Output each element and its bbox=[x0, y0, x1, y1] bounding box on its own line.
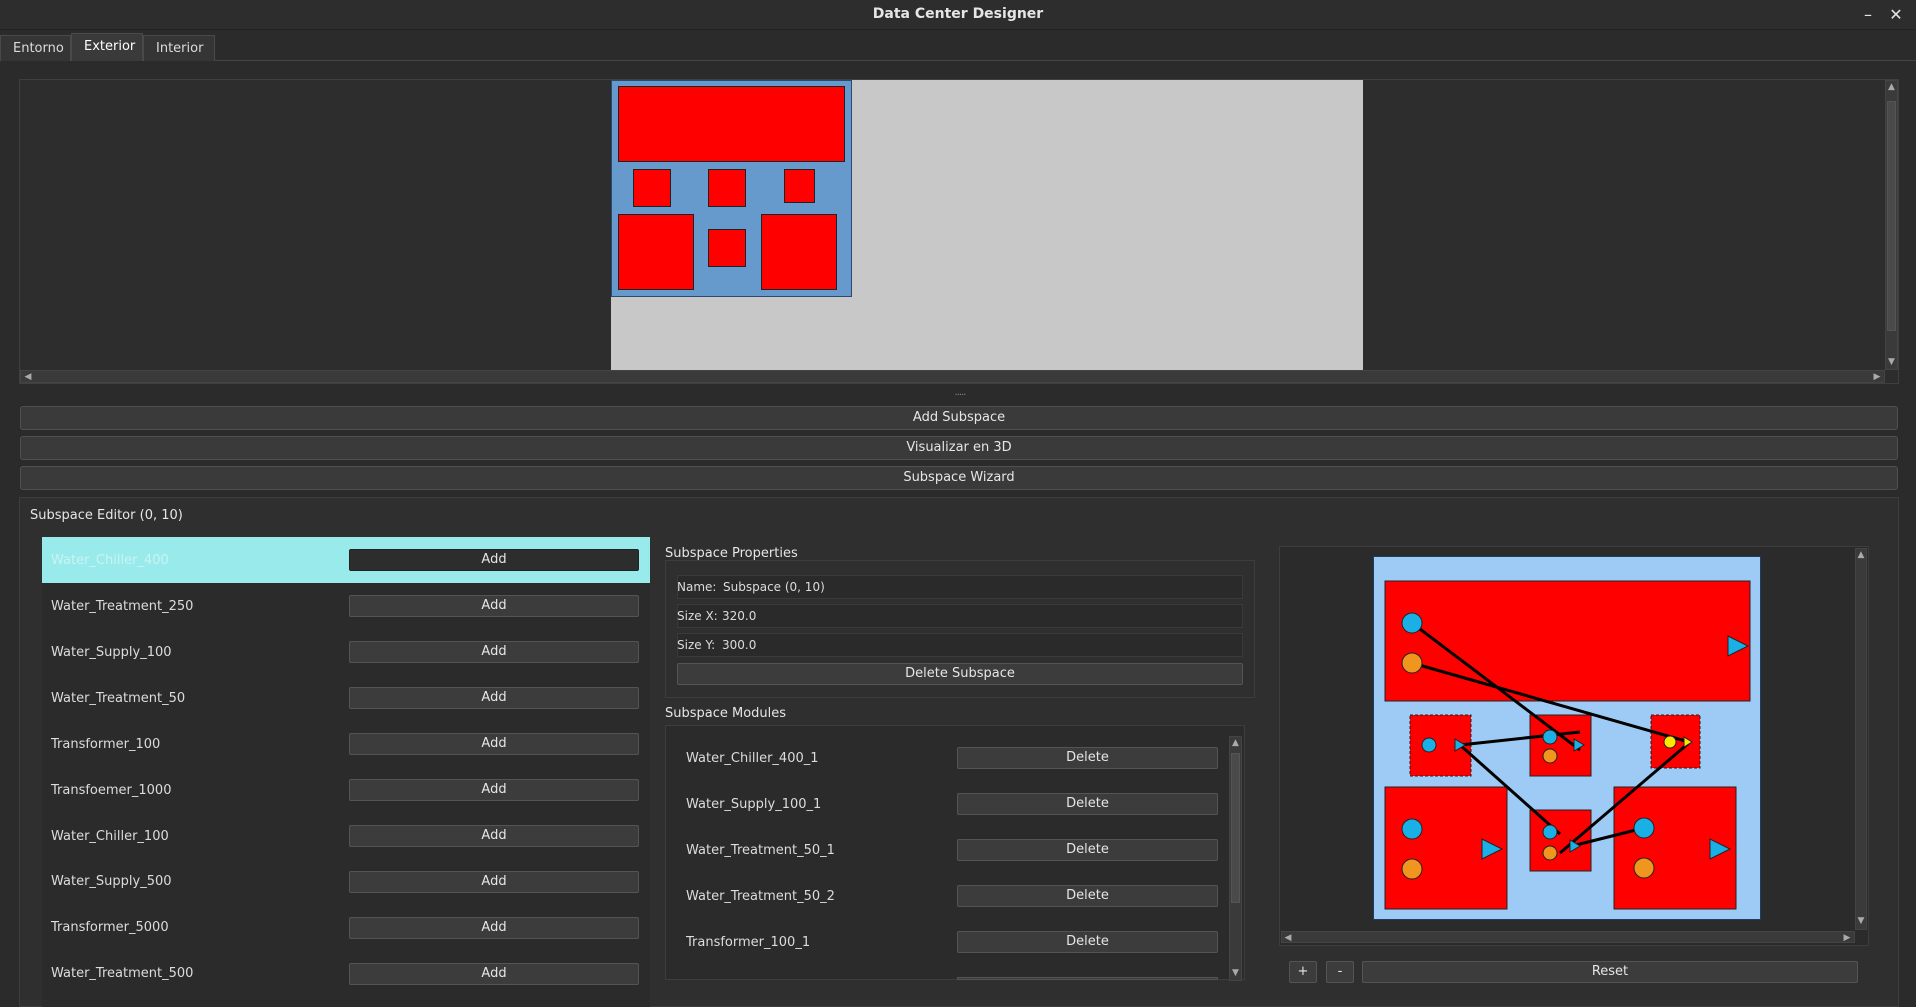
module-block[interactable] bbox=[618, 86, 845, 162]
delete-subspace-button[interactable]: Delete Subspace bbox=[677, 663, 1243, 685]
close-icon[interactable]: ✕ bbox=[1887, 6, 1905, 24]
visualize-3d-button[interactable]: Visualizar en 3D bbox=[20, 436, 1898, 460]
input-port-icon[interactable] bbox=[1542, 845, 1558, 861]
input-port-icon[interactable] bbox=[1401, 612, 1423, 634]
list-item-label: Transfoemer_1000 bbox=[51, 783, 172, 798]
list-item-label: Water_Treatment_50_1 bbox=[686, 843, 835, 858]
input-port-icon[interactable] bbox=[1401, 818, 1423, 840]
scroll-down-icon[interactable]: ▼ bbox=[1886, 356, 1897, 368]
list-item-label: Water_Chiller_400_1 bbox=[686, 751, 819, 766]
add-module-button[interactable]: Add bbox=[349, 595, 639, 617]
scroll-up-icon[interactable]: ▲ bbox=[1886, 81, 1897, 93]
vertical-scrollbar[interactable]: ▲ ▼ bbox=[1885, 80, 1898, 370]
add-module-button[interactable]: Add bbox=[349, 733, 639, 755]
input-port-icon[interactable] bbox=[1542, 824, 1558, 840]
add-subspace-button[interactable]: Add Subspace bbox=[20, 406, 1898, 430]
list-item-label: Water_Supply_500 bbox=[51, 874, 172, 889]
scroll-right-icon[interactable]: ▶ bbox=[1842, 932, 1852, 944]
module-water-chiller-400[interactable] bbox=[1384, 580, 1751, 702]
add-module-button[interactable]: Add bbox=[349, 917, 639, 939]
list-item-label: Water_Chiller_100 bbox=[51, 829, 169, 844]
delete-module-button[interactable]: Delete bbox=[957, 747, 1218, 769]
minimize-icon[interactable]: – bbox=[1859, 6, 1877, 24]
horizontal-scrollbar[interactable]: ◀ ▶ bbox=[20, 370, 1885, 383]
add-module-button[interactable]: Add bbox=[349, 779, 639, 801]
add-module-button[interactable]: Add bbox=[349, 825, 639, 847]
delete-module-button[interactable] bbox=[957, 977, 1218, 980]
scroll-down-icon[interactable]: ▼ bbox=[1230, 967, 1241, 979]
list-item-label: Water_Treatment_250 bbox=[51, 599, 194, 614]
tab-entorno[interactable]: Entorno bbox=[0, 35, 71, 61]
subspace-wizard-button[interactable]: Subspace Wizard bbox=[20, 466, 1898, 490]
module-small-bottom[interactable] bbox=[1529, 809, 1592, 872]
add-module-button[interactable]: Add bbox=[349, 641, 639, 663]
scroll-right-icon[interactable]: ▶ bbox=[1872, 371, 1882, 383]
preview-horizontal-scrollbar[interactable]: ◀ ▶ bbox=[1281, 931, 1855, 943]
delete-module-button[interactable]: Delete bbox=[957, 839, 1218, 861]
input-port-icon[interactable] bbox=[1633, 857, 1655, 879]
list-item-label: Water_Treatment_50 bbox=[51, 691, 186, 706]
module-block[interactable] bbox=[761, 214, 837, 290]
size-x-field[interactable]: 320.0 bbox=[722, 609, 756, 623]
scroll-thumb[interactable] bbox=[1231, 753, 1240, 903]
add-module-button[interactable]: Add bbox=[349, 687, 639, 709]
list-item-label: Water_Supply_100_1 bbox=[686, 797, 822, 812]
splitter-handle[interactable]: ..... bbox=[950, 388, 970, 400]
size-x-label: Size X: bbox=[677, 609, 718, 623]
module-block[interactable] bbox=[618, 214, 694, 290]
scroll-up-icon[interactable]: ▲ bbox=[1856, 549, 1866, 561]
input-port-icon[interactable] bbox=[1401, 652, 1423, 674]
scroll-left-icon[interactable]: ◀ bbox=[1283, 932, 1293, 944]
size-y-row bbox=[677, 633, 1243, 657]
add-module-button[interactable]: Add bbox=[349, 871, 639, 893]
input-port-icon[interactable] bbox=[1542, 748, 1558, 764]
input-port-icon[interactable] bbox=[1663, 735, 1677, 749]
add-module-button[interactable]: Add bbox=[349, 549, 639, 571]
delete-module-button[interactable]: Delete bbox=[957, 793, 1218, 815]
name-label: Name: bbox=[677, 580, 717, 594]
subspace-modules-heading: Subspace Modules bbox=[665, 706, 787, 721]
subspace-editor-title: Subspace Editor (0, 10) bbox=[30, 508, 183, 523]
list-item-label: Water_Chiller_400 bbox=[51, 553, 169, 568]
name-field[interactable]: Subspace (0, 10) bbox=[723, 580, 825, 594]
input-port-icon[interactable] bbox=[1421, 737, 1437, 753]
subspace-preview-canvas[interactable] bbox=[1373, 556, 1761, 920]
list-item-label: Water_Treatment_50_2 bbox=[686, 889, 835, 904]
module-block[interactable] bbox=[708, 229, 746, 267]
module-block[interactable] bbox=[784, 169, 815, 203]
delete-module-button[interactable]: Delete bbox=[957, 931, 1218, 953]
tab-interior[interactable]: Interior bbox=[143, 35, 215, 61]
subspace-block[interactable] bbox=[611, 80, 852, 297]
list-item-label: Transformer_5000 bbox=[51, 920, 169, 935]
module-diagram bbox=[1384, 580, 1751, 910]
list-item-label: Water_Treatment_500 bbox=[51, 966, 194, 981]
size-y-field[interactable]: 300.0 bbox=[722, 638, 756, 652]
size-y-label: Size Y: bbox=[677, 638, 716, 652]
zoom-in-button[interactable]: + bbox=[1289, 961, 1317, 983]
add-module-button[interactable]: Add bbox=[349, 963, 639, 985]
preview-vertical-scrollbar[interactable]: ▲ ▼ bbox=[1855, 548, 1867, 930]
list-item-label: Water_Supply_100 bbox=[51, 645, 172, 660]
window-title: Data Center Designer bbox=[872, 6, 1044, 22]
scroll-left-icon[interactable]: ◀ bbox=[23, 371, 33, 383]
size-x-row bbox=[677, 604, 1243, 628]
input-port-icon[interactable] bbox=[1401, 858, 1423, 880]
input-port-icon[interactable] bbox=[1633, 817, 1655, 839]
reset-zoom-button[interactable]: Reset bbox=[1362, 961, 1858, 983]
list-item-label: Transformer_100_1 bbox=[686, 935, 811, 950]
tab-exterior[interactable]: Exterior bbox=[71, 33, 143, 61]
scroll-thumb[interactable] bbox=[1887, 101, 1896, 331]
list-item-label: Transformer_100 bbox=[51, 737, 161, 752]
subspace-properties-heading: Subspace Properties bbox=[665, 546, 798, 561]
tab-bar bbox=[0, 33, 1916, 61]
delete-module-button[interactable]: Delete bbox=[957, 885, 1218, 907]
input-port-icon[interactable] bbox=[1542, 729, 1558, 745]
module-block[interactable] bbox=[633, 169, 671, 207]
modules-scrollbar[interactable]: ▲ ▼ bbox=[1229, 736, 1242, 981]
scroll-up-icon[interactable]: ▲ bbox=[1230, 737, 1241, 749]
zoom-out-button[interactable]: - bbox=[1326, 961, 1354, 983]
module-block[interactable] bbox=[708, 169, 746, 207]
scroll-down-icon[interactable]: ▼ bbox=[1856, 915, 1866, 927]
